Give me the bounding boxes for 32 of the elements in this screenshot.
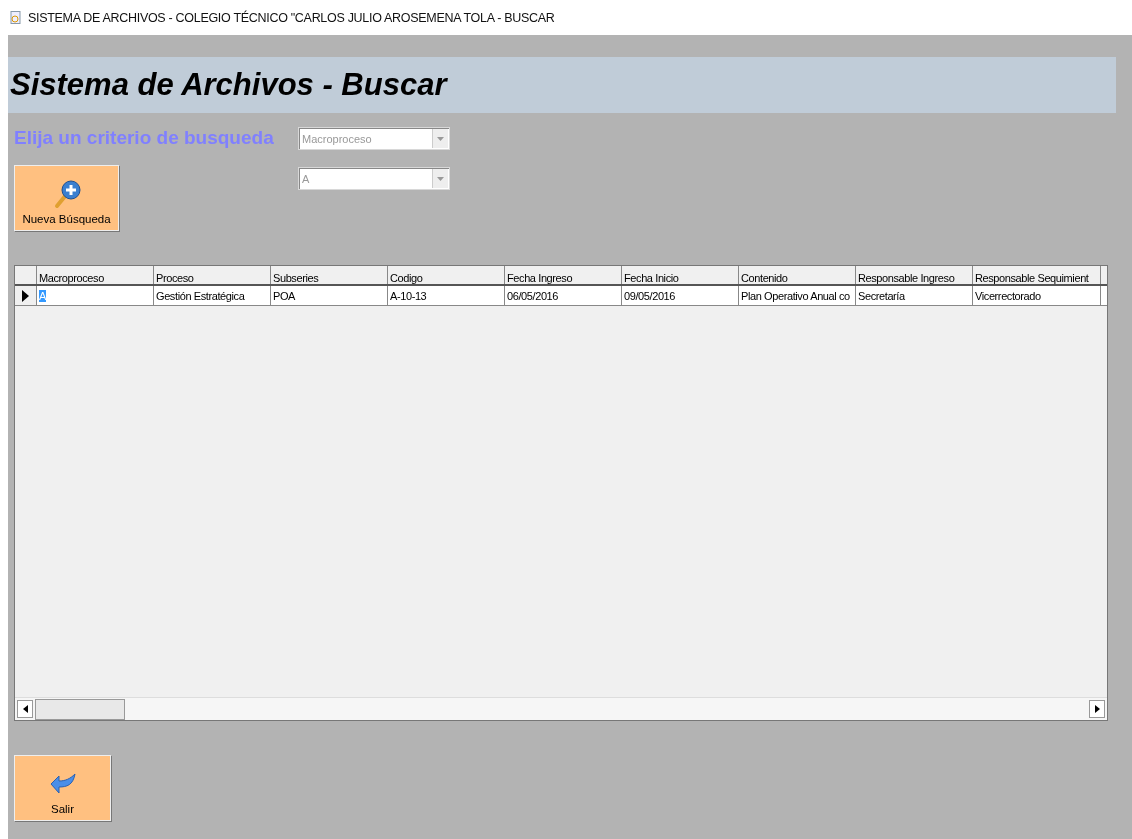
page-title: Sistema de Archivos - Buscar xyxy=(10,67,447,103)
document-search-icon xyxy=(10,10,22,25)
row-header[interactable] xyxy=(15,286,37,305)
table-cell: A-10-13 xyxy=(388,286,505,305)
table-cell: Vicerrectorado xyxy=(973,286,1101,305)
scroll-left-icon[interactable] xyxy=(17,700,33,718)
table-cell: 06/05/2016 xyxy=(505,286,622,305)
exit-button[interactable]: Salir xyxy=(14,755,111,821)
scroll-thumb[interactable] xyxy=(35,698,125,720)
table-cell: 09/05/2016 xyxy=(622,286,739,305)
column-header[interactable]: Responsable Ingreso xyxy=(856,266,973,284)
column-header[interactable]: Macroproceso xyxy=(37,266,154,284)
new-search-button[interactable]: Nueva Búsqueda xyxy=(14,165,119,231)
table-cell: Secretaría xyxy=(856,286,973,305)
table-cell: POA xyxy=(271,286,388,305)
column-header[interactable]: Contenido xyxy=(739,266,856,284)
column-header[interactable]: Fecha Ingreso xyxy=(505,266,622,284)
dropdown-caret-icon xyxy=(432,129,448,148)
column-header[interactable]: Subseries xyxy=(271,266,388,284)
column-header[interactable]: Proceso xyxy=(154,266,271,284)
criteria-label: Elija un criterio de busqueda xyxy=(14,127,275,149)
row-pointer-icon xyxy=(22,289,29,302)
horizontal-scrollbar[interactable] xyxy=(15,697,1107,720)
table-cell: A xyxy=(37,286,154,305)
table-cell: Plan Operativo Anual co xyxy=(739,286,856,305)
column-header[interactable]: Codigo xyxy=(388,266,505,284)
dropdown-caret-icon xyxy=(432,169,448,188)
column-header[interactable]: Responsable Sequimient xyxy=(973,266,1101,284)
scroll-right-icon[interactable] xyxy=(1089,700,1105,718)
window-title: SISTEMA DE ARCHIVOS - COLEGIO TÉCNICO "CARLOS JULIO AROSEMENA TOLA - BUSCAR xyxy=(28,10,555,25)
table-cell: Gestión Estratégica xyxy=(154,286,271,305)
column-header[interactable]: Fecha Inicio xyxy=(622,266,739,284)
